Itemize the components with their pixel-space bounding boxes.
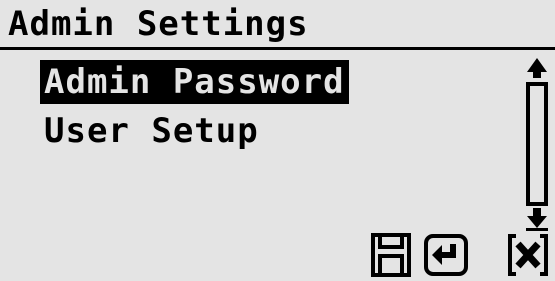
scroll-track[interactable] [526,82,548,206]
menu-item-admin-password[interactable]: Admin Password [40,60,349,104]
menu-list: Admin Password User Setup [40,60,349,158]
scroll-down-arrow-icon[interactable] [522,206,552,232]
save-icon[interactable] [370,232,414,278]
scrollbar[interactable] [522,56,552,232]
title-bar: Admin Settings [0,0,555,50]
scroll-up-arrow-icon[interactable] [522,56,552,82]
menu-item-user-setup[interactable]: User Setup [40,109,263,153]
enter-icon[interactable] [424,232,468,278]
lcd-screen: Admin Settings Admin Password User Setup [0,0,555,281]
softkey-bar [0,232,555,281]
cancel-icon[interactable] [506,232,550,278]
page-title: Admin Settings [8,4,309,44]
